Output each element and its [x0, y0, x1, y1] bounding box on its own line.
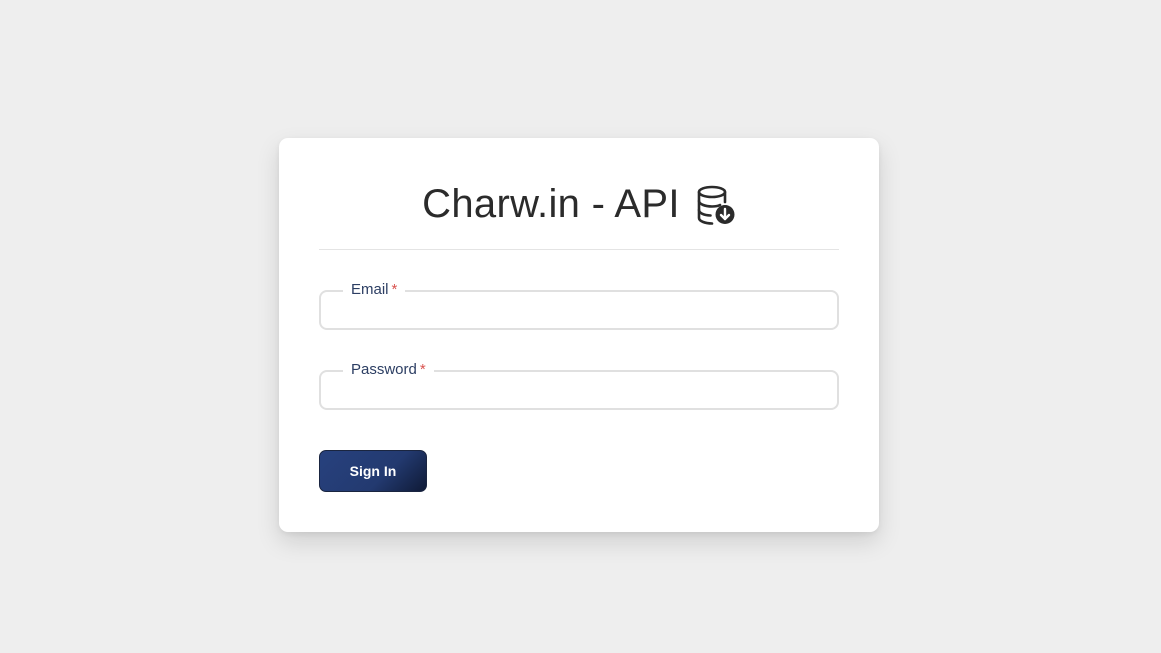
email-field[interactable]: Email *: [319, 280, 839, 330]
email-input[interactable]: [333, 298, 825, 324]
login-card: Charw.in - API Email * Password * Sign I…: [279, 138, 879, 532]
email-required-marker: *: [391, 281, 398, 298]
password-label: Password *: [343, 360, 434, 380]
card-header: Charw.in - API: [319, 138, 839, 250]
password-required-marker: *: [419, 361, 426, 378]
page-title: Charw.in - API: [422, 182, 736, 227]
email-label: Email *: [343, 280, 406, 300]
title-text: Charw.in - API: [422, 182, 680, 226]
password-field[interactable]: Password *: [319, 360, 839, 410]
password-label-text: Password: [351, 361, 417, 378]
password-input[interactable]: [333, 378, 825, 404]
sign-in-button[interactable]: Sign In: [319, 450, 427, 492]
database-download-icon: [696, 184, 736, 226]
email-label-text: Email: [351, 281, 389, 298]
